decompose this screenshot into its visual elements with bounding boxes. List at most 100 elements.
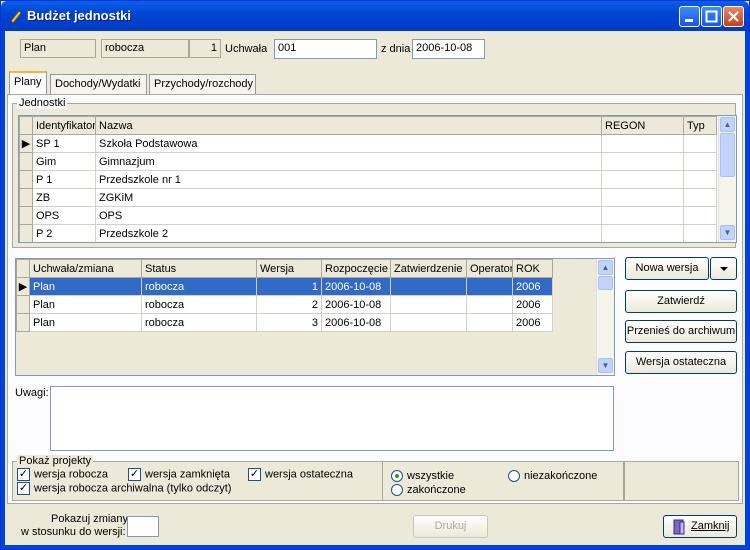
version-number[interactable]: 2 (256, 295, 322, 314)
approve-button[interactable]: Zatwierdź (625, 290, 737, 313)
new-version-button[interactable]: Nowa wersja (625, 257, 709, 280)
version-start[interactable]: 2006-10-08 (321, 295, 391, 314)
units-scrollbar[interactable]: ▲ ▼ (718, 116, 736, 242)
version-status[interactable]: robocza (141, 313, 257, 332)
version-rok[interactable]: 2006 (512, 295, 553, 314)
title-bar[interactable]: Budżet jednostki (1, 1, 749, 31)
col-operator[interactable]: Operator (466, 259, 513, 278)
unit-regon[interactable] (601, 224, 684, 242)
col-zatwierdzenie[interactable]: Zatwierdzenie (390, 259, 467, 278)
unit-typ[interactable] (683, 206, 717, 225)
unit-typ[interactable] (683, 152, 717, 171)
scroll-up-icon[interactable]: ▲ (598, 260, 613, 275)
radio-icon[interactable] (391, 484, 403, 497)
version-rok[interactable]: 2006 (512, 313, 553, 332)
unit-name[interactable]: OPS (95, 206, 602, 225)
table-row[interactable]: Plan robocza 2 2006-10-08 2006 (16, 295, 553, 314)
version-number[interactable]: 1 (256, 277, 322, 296)
date-input[interactable]: 2006-10-08 (412, 39, 485, 59)
tab-dochody-wydatki[interactable]: Dochody/Wydatki (50, 74, 147, 94)
scroll-down-icon[interactable]: ▼ (720, 225, 735, 240)
notes-textarea[interactable] (50, 386, 614, 451)
unit-name[interactable]: Przedszkole 2 (95, 224, 602, 242)
table-row[interactable]: Gim Gimnazjum (19, 152, 717, 171)
checkbox-checked-icon[interactable]: ✓ (128, 468, 141, 481)
version-uchwala[interactable]: Plan (29, 313, 142, 332)
maximize-button[interactable] (701, 6, 722, 27)
col-identyfikator[interactable]: Identyfikator (32, 116, 96, 135)
version-uchwala[interactable]: Plan (29, 277, 142, 296)
unit-regon[interactable] (601, 152, 684, 171)
radio-zakonczone[interactable]: zakończone (391, 484, 466, 497)
version-status[interactable]: robocza (141, 295, 257, 314)
unit-name[interactable]: Szkoła Podstawowa (95, 134, 602, 153)
table-row[interactable]: P 2 Przedszkole 2 (19, 224, 717, 242)
unit-id[interactable]: P 1 (32, 170, 96, 189)
checkbox-checked-icon[interactable]: ✓ (17, 468, 30, 481)
final-version-button[interactable]: Wersja ostateczna (625, 351, 737, 374)
checkbox-checked-icon[interactable]: ✓ (248, 468, 261, 481)
col-uchwala-zmiana[interactable]: Uchwała/zmiana (29, 259, 142, 278)
versions-scrollbar[interactable]: ▲ ▼ (596, 259, 614, 375)
unit-name[interactable]: Przedszkole nr 1 (95, 170, 602, 189)
print-button[interactable]: Drukuj (413, 515, 488, 538)
radio-selected-icon[interactable] (391, 470, 403, 483)
new-version-dropdown[interactable] (710, 257, 737, 280)
col-rok[interactable]: ROK (512, 259, 553, 278)
version-operator[interactable] (466, 313, 513, 332)
checkbox-ostateczna[interactable]: ✓ wersja ostateczna (248, 468, 353, 481)
uchwala-input[interactable]: 001 (274, 39, 377, 59)
checkbox-archiwalna[interactable]: ✓ wersja robocza archiwalna (tylko odczyt… (17, 482, 231, 495)
version-uchwala[interactable]: Plan (29, 295, 142, 314)
unit-name[interactable]: Gimnazjum (95, 152, 602, 171)
checkbox-robocza[interactable]: ✓ wersja robocza (17, 468, 108, 481)
table-row[interactable]: ▶ SP 1 Szkoła Podstawowa (19, 134, 717, 153)
radio-icon[interactable] (508, 470, 520, 483)
close-button[interactable]: Zamknij (663, 515, 737, 538)
radio-wszystkie[interactable]: wszystkie (391, 470, 454, 483)
tab-plany[interactable]: Plany (9, 71, 47, 95)
table-row[interactable]: P 1 Przedszkole nr 1 (19, 170, 717, 189)
unit-id[interactable]: P 2 (32, 224, 96, 242)
archive-button[interactable]: Przenieś do archiwum (625, 320, 737, 343)
unit-id[interactable]: ZB (32, 188, 96, 207)
version-approved[interactable] (390, 295, 467, 314)
version-operator[interactable] (466, 277, 513, 296)
version-approved[interactable] (390, 277, 467, 296)
version-number[interactable]: 3 (256, 313, 322, 332)
checkbox-checked-icon[interactable]: ✓ (17, 482, 30, 495)
changes-version-input[interactable] (127, 516, 159, 537)
unit-typ[interactable] (683, 170, 717, 189)
table-row[interactable]: Plan robocza 3 2006-10-08 2006 (16, 313, 553, 332)
table-row[interactable]: OPS OPS (19, 206, 717, 225)
col-nazwa[interactable]: Nazwa (95, 116, 602, 135)
unit-regon[interactable] (601, 170, 684, 189)
scroll-thumb[interactable] (598, 276, 613, 290)
unit-regon[interactable] (601, 206, 684, 225)
unit-id[interactable]: OPS (32, 206, 96, 225)
unit-name[interactable]: ZGKiM (95, 188, 602, 207)
scroll-thumb[interactable] (720, 133, 735, 177)
unit-id[interactable]: Gim (32, 152, 96, 171)
close-window-button[interactable] (723, 6, 744, 27)
unit-typ[interactable] (683, 188, 717, 207)
unit-regon[interactable] (601, 188, 684, 207)
col-regon[interactable]: REGON (601, 116, 684, 135)
unit-id[interactable]: SP 1 (32, 134, 96, 153)
scroll-down-icon[interactable]: ▼ (598, 358, 613, 373)
radio-niezakonczone[interactable]: niezakończone (508, 470, 597, 483)
unit-typ[interactable] (683, 134, 717, 153)
unit-typ[interactable] (683, 224, 717, 242)
minimize-button[interactable] (679, 6, 700, 27)
col-wersja[interactable]: Wersja (256, 259, 322, 278)
tab-przychody-rozchody[interactable]: Przychody/rozchody (149, 74, 256, 94)
version-rok[interactable]: 2006 (512, 277, 553, 296)
table-row[interactable]: ▶ Plan robocza 1 2006-10-08 2006 (16, 277, 553, 296)
col-status[interactable]: Status (141, 259, 257, 278)
checkbox-zamknieta[interactable]: ✓ wersja zamknięta (128, 468, 230, 481)
version-operator[interactable] (466, 295, 513, 314)
version-start[interactable]: 2006-10-08 (321, 277, 391, 296)
table-row[interactable]: ZB ZGKiM (19, 188, 717, 207)
version-status[interactable]: robocza (141, 277, 257, 296)
col-rozpoczecie[interactable]: Rozpoczęcie (321, 259, 391, 278)
